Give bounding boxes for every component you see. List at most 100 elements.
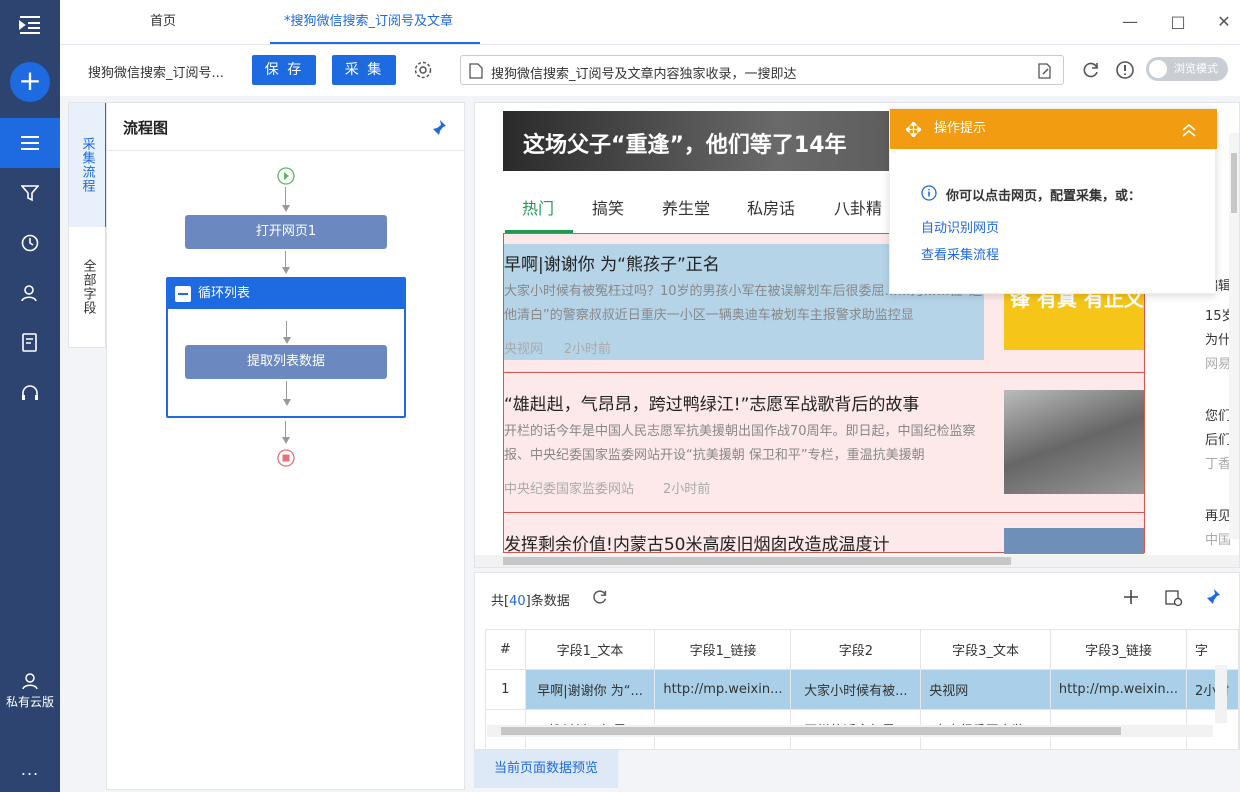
table-row[interactable]: 1 早啊|谢谢你 为“... http://mp.weixin... 大家小时候… [485, 669, 1240, 710]
side-text[interactable]: 网易 [1205, 353, 1231, 372]
article-title[interactable]: “雄赳赳，气昂昂，跨过鸭绿江!”志愿军战歌背后的故事 [504, 390, 919, 415]
nav-health[interactable]: 养生堂 [662, 195, 710, 219]
side-text[interactable]: 为什 [1205, 329, 1231, 348]
maximize-icon[interactable]: □ [1168, 12, 1188, 32]
gear-icon[interactable] [412, 59, 434, 81]
pin-icon[interactable] [1205, 588, 1221, 606]
side-text[interactable]: 后们 [1205, 429, 1231, 448]
close-icon[interactable]: ✕ [1214, 12, 1234, 32]
add-field-icon[interactable] [1123, 589, 1139, 605]
private-cloud-label: 私有云版 [5, 695, 54, 709]
banner-title[interactable]: 这场父子“重逢”，他们等了14年 [523, 127, 847, 159]
save-button[interactable]: 保 存 [252, 55, 316, 85]
tab-home[interactable]: 首页 [150, 0, 176, 44]
filter-icon[interactable] [0, 168, 60, 218]
nav-private[interactable]: 私房话 [747, 195, 795, 219]
more-button[interactable]: ... [0, 760, 60, 779]
side-text[interactable]: 中国 [1205, 529, 1231, 548]
column-header[interactable]: 字段3_链接 [1049, 629, 1187, 670]
article-title[interactable]: 发挥剩余价值!内蒙古50米高废旧烟囱改造成温度计 [504, 530, 889, 555]
table-cell[interactable]: 大家小时候有被... [790, 669, 922, 710]
task-name[interactable]: 搜狗微信搜索_订阅号... [88, 62, 224, 81]
browse-mode-toggle[interactable]: 浏览模式 [1146, 57, 1228, 81]
table-header: # 字段1_文本 字段1_链接 字段2 字段3_文本 字段3_链接 字 [485, 629, 1240, 670]
move-icon[interactable] [906, 122, 921, 137]
tab-current-page-preview[interactable]: 当前页面数据预览 [474, 750, 618, 788]
loop-label: 循环列表 [198, 286, 251, 301]
tab-bar: 首页 *搜狗微信搜索_订阅号及文章 — □ ✕ [60, 0, 1240, 44]
column-header[interactable]: 字段1_文本 [524, 629, 656, 670]
web-vertical-scrollbar[interactable] [1229, 133, 1239, 539]
flow-header: 流程图 [107, 103, 464, 151]
table-vertical-scrollbar[interactable] [1215, 665, 1227, 723]
tab-task[interactable]: *搜狗微信搜索_订阅号及文章 [270, 0, 480, 44]
url-input[interactable]: 搜狗微信搜索_订阅号及文章内容独家收录，一搜即达 [460, 55, 1064, 85]
count-suffix: ]条数据 [525, 594, 570, 609]
article-meta[interactable]: 中央纪委国家监委网站 2小时前 [504, 478, 710, 497]
web-horizontal-scrollbar[interactable] [475, 555, 1239, 567]
private-cloud-button[interactable]: 私有云版 [0, 672, 60, 710]
column-header[interactable]: 字段1_链接 [654, 629, 792, 670]
article-title[interactable]: 早啊|谢谢你 为“熊孩子”正名 [504, 250, 720, 275]
page-icon [469, 63, 483, 79]
scroll-thumb[interactable] [503, 557, 1011, 565]
article-source[interactable]: 中央纪委国家监委网站 [504, 482, 634, 497]
document-icon[interactable] [0, 318, 60, 368]
article-thumbnail[interactable] [1004, 528, 1144, 554]
menu-toggle-icon[interactable] [0, 0, 60, 50]
node-loop-list[interactable]: 循环列表 提取列表数据 [166, 277, 406, 418]
pin-icon[interactable] [431, 119, 447, 137]
node-open-page[interactable]: 打开网页1 [185, 215, 387, 249]
headset-icon[interactable] [0, 368, 60, 418]
tab-collect-flow[interactable]: 采集流程 [69, 103, 107, 227]
nav-funny[interactable]: 搞笑 [592, 195, 624, 219]
side-text[interactable]: 丁香 [1205, 453, 1231, 472]
table-cell[interactable]: http://mp.weixin... [1049, 669, 1187, 710]
node-extract-list[interactable]: 提取列表数据 [185, 345, 387, 379]
tab-all-fields[interactable]: 全部字段 [69, 227, 107, 347]
column-header[interactable]: 字段2 [790, 629, 922, 670]
collapse-icon[interactable] [175, 286, 191, 302]
connector [286, 381, 287, 399]
article-summary[interactable]: 开栏的话今年是中国人民志愿军抗美援朝出国作战70周年。即日起，中国纪检监察报、中… [504, 420, 984, 468]
refresh-data-icon[interactable] [591, 588, 609, 606]
table-cell[interactable]: 早啊|谢谢你 为“... [524, 669, 656, 710]
connector [285, 251, 286, 267]
field-settings-icon[interactable] [1165, 589, 1183, 607]
minimize-icon[interactable]: — [1120, 12, 1140, 32]
side-text[interactable]: 再见 [1205, 505, 1231, 524]
table-cell[interactable]: 2小时 [1185, 669, 1240, 710]
tips-header[interactable]: 操作提示 [890, 109, 1217, 149]
article-time: 2小时前 [563, 342, 611, 357]
nav-hot[interactable]: 热门 [522, 195, 554, 219]
edit-page-icon[interactable] [1037, 63, 1053, 79]
tips-title: 操作提示 [934, 121, 987, 136]
auto-detect-link[interactable]: 自动识别网页 [921, 217, 999, 236]
task-list-icon[interactable] [0, 118, 60, 168]
column-header[interactable]: 字 [1185, 629, 1240, 670]
view-flow-link[interactable]: 查看采集流程 [921, 244, 999, 263]
users-icon[interactable] [0, 268, 60, 318]
info-icon[interactable] [1114, 59, 1136, 81]
article-source[interactable]: 央视网 [504, 342, 543, 357]
article-meta[interactable]: 央视网 2小时前 [504, 338, 611, 357]
collect-button[interactable]: 采 集 [332, 55, 396, 85]
side-text[interactable]: 您们 [1205, 405, 1231, 424]
scroll-thumb[interactable] [501, 727, 1121, 735]
collapse-up-icon[interactable] [1181, 122, 1197, 138]
info-circle-icon [921, 185, 937, 201]
loop-header[interactable]: 循环列表 [168, 279, 404, 309]
article-thumbnail[interactable] [1004, 390, 1144, 494]
add-task-button[interactable]: + [10, 62, 50, 102]
table-cell[interactable]: 央视网 [920, 669, 1051, 710]
table-horizontal-scrollbar[interactable] [487, 725, 1213, 737]
column-header[interactable]: 字段3_文本 [920, 629, 1051, 670]
browse-mode-label: 浏览模式 [1174, 62, 1218, 75]
connector [286, 321, 287, 337]
history-icon[interactable] [0, 218, 60, 268]
refresh-icon[interactable] [1080, 59, 1102, 81]
table-cell[interactable]: http://mp.weixin... [654, 669, 792, 710]
scroll-thumb[interactable] [1231, 153, 1237, 213]
nav-gossip[interactable]: 八卦精 [834, 195, 882, 219]
arrow [282, 267, 290, 274]
